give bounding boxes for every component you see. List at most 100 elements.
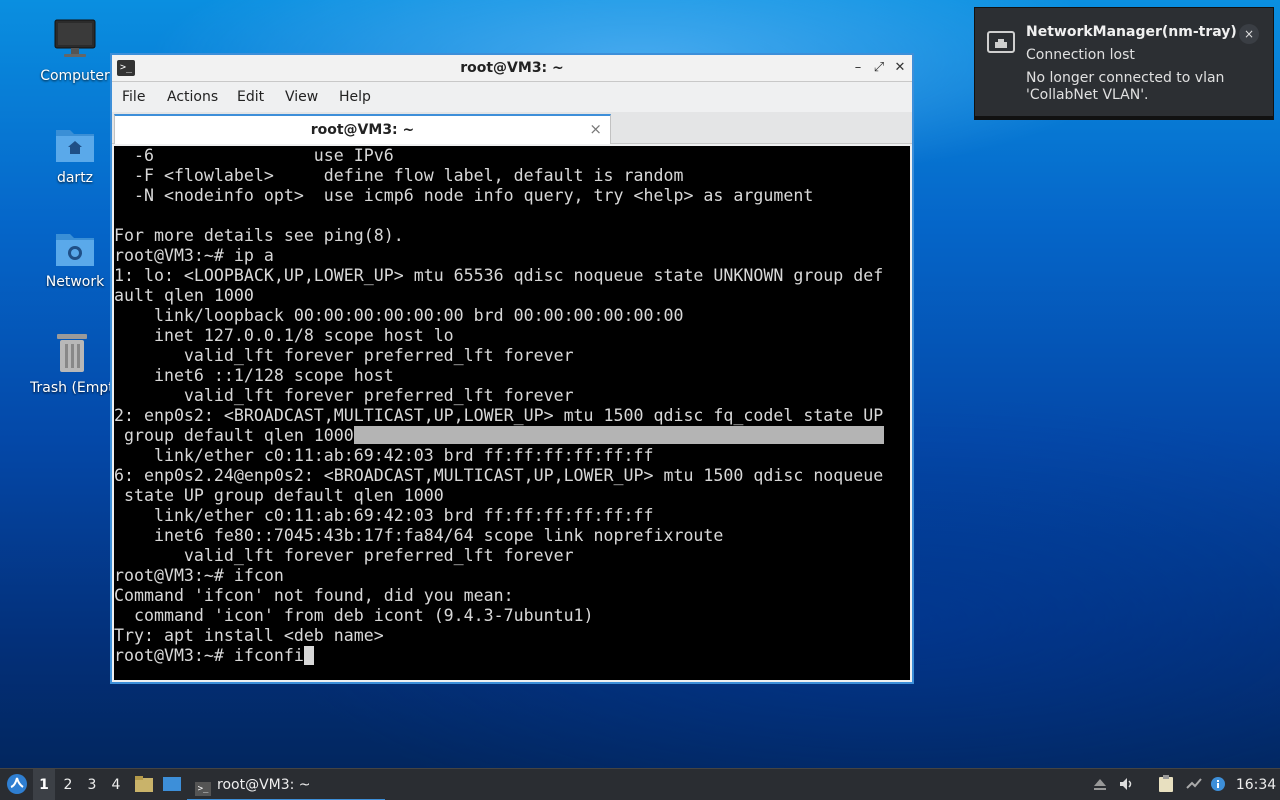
workspace-1[interactable]: 1 <box>33 769 55 800</box>
terminal-line-text: 1: lo: <LOOPBACK,UP,LOWER_UP> mtu 65536 … <box>114 266 884 285</box>
terminal-line: root@VM3:~# ifconfi <box>114 646 884 666</box>
terminal-line: -F <flowlabel> define flow label, defaul… <box>114 166 884 186</box>
desktop-icon-home-folder[interactable]: dartz <box>30 124 120 186</box>
clock[interactable]: 16:34 <box>1232 769 1280 800</box>
terminal-line-text: root@VM3:~# ifcon <box>114 566 284 585</box>
menu-view[interactable]: View <box>285 89 318 105</box>
desktop-icon <box>163 777 181 791</box>
minimize-button[interactable]: – <box>849 58 867 78</box>
tab-label: root@VM3: ~ <box>310 122 415 138</box>
terminal-line-text: state UP group default qlen 1000 <box>114 486 444 505</box>
terminal-line-text: valid_lft forever preferred_lft forever <box>114 386 574 405</box>
terminal-line: command 'icon' from deb icont (9.4.3-7ub… <box>114 606 884 626</box>
terminal-icon: >_ <box>195 782 211 796</box>
notification-popup[interactable]: NetworkManager(nm-tray) Connection lost … <box>974 7 1274 120</box>
workspace-3[interactable]: 3 <box>81 769 103 800</box>
workspace-4[interactable]: 4 <box>105 769 127 800</box>
desktop-icon-computer[interactable]: Computer <box>30 18 120 84</box>
terminal-line-text: valid_lft forever preferred_lft forever <box>114 346 574 365</box>
desktop-icon-label: dartz <box>56 170 94 186</box>
terminal-line-text: Command 'ifcon' not found, did you mean: <box>114 586 514 605</box>
terminal-line: inet 127.0.0.1/8 scope host lo <box>114 326 884 346</box>
terminal-line-text: command 'icon' from deb icont (9.4.3-7ub… <box>114 606 594 625</box>
tray-eject-button[interactable] <box>1090 769 1110 800</box>
terminal-line: link/ether c0:11:ab:69:42:03 brd ff:ff:f… <box>114 446 884 466</box>
terminal-line: link/loopback 00:00:00:00:00:00 brd 00:0… <box>114 306 884 326</box>
lubuntu-logo-icon <box>7 774 27 794</box>
terminal-cursor <box>303 646 314 665</box>
notification-body: No longer connected to vlan 'CollabNet V… <box>1026 70 1225 103</box>
desktop-icon-trash[interactable]: Trash (Empty) <box>30 330 114 396</box>
file-manager-icon <box>135 776 153 792</box>
terminal-line: link/ether c0:11:ab:69:42:03 brd ff:ff:f… <box>114 506 884 526</box>
tray-volume-button[interactable] <box>1117 769 1137 800</box>
network-wired-icon <box>987 31 1015 53</box>
eject-icon <box>1094 779 1106 790</box>
tray-clipboard-button[interactable] <box>1155 769 1177 800</box>
tray-network-button[interactable] <box>1183 769 1205 800</box>
start-menu-button[interactable] <box>4 769 30 800</box>
network-folder-icon <box>56 234 94 266</box>
terminal-line-text: inet6 ::1/128 scope host <box>114 366 394 385</box>
terminal-line-text: 2: enp0s2: <BROADCAST,MULTICAST,UP,LOWER… <box>114 406 884 425</box>
maximize-button[interactable]: ⤢ <box>870 58 888 78</box>
terminal-line-text: For more details see ping(8). <box>114 226 404 245</box>
terminal-line-text: valid_lft forever preferred_lft forever <box>114 546 574 565</box>
desktop-icon-label: Computer <box>40 68 110 84</box>
terminal-line: For more details see ping(8). <box>114 226 884 246</box>
terminal-line-text: -F <flowlabel> define flow label, defaul… <box>114 166 684 185</box>
info-badge-icon <box>1211 777 1225 791</box>
terminal-line-text: inet6 fe80::7045:43b:17f:fa84/64 scope l… <box>114 526 724 545</box>
network-tray-icon <box>1186 778 1202 789</box>
terminal-line-text: inet 127.0.0.1/8 scope host lo <box>114 326 454 345</box>
terminal-line-text: ault qlen 1000 <box>114 286 254 305</box>
terminal-line: valid_lft forever preferred_lft forever <box>114 546 884 566</box>
computer-icon <box>54 19 96 57</box>
show-desktop-button[interactable] <box>160 769 184 800</box>
desktop-icon-label: Trash (Empty) <box>30 380 114 396</box>
tray-updates-button[interactable] <box>1208 769 1228 800</box>
terminal-line-text: link/ether c0:11:ab:69:42:03 brd ff:ff:f… <box>114 446 654 465</box>
terminal-line-text: link/ether c0:11:ab:69:42:03 brd ff:ff:f… <box>114 506 654 525</box>
terminal-line-text: root@VM3:~# ip a <box>114 246 274 265</box>
terminal-line: 6: enp0s2.24@enp0s2: <BROADCAST,MULTICAS… <box>114 466 884 486</box>
terminal-window[interactable]: >_ root@VM3: ~ – ⤢ ✕ File Actions Edit V… <box>110 53 914 684</box>
terminal-line: root@VM3:~# ifcon <box>114 566 884 586</box>
terminal-line: Try: apt install <deb name> <box>114 626 884 646</box>
tab-root-vm3[interactable]: root@VM3: ~ × <box>114 114 611 144</box>
terminal-line-text: link/loopback 00:00:00:00:00:00 brd 00:0… <box>114 306 684 325</box>
terminal-line: valid_lft forever preferred_lft forever <box>114 346 884 366</box>
file-manager-launcher[interactable] <box>133 769 155 800</box>
terminal-line: 2: enp0s2: <BROADCAST,MULTICAST,UP,LOWER… <box>114 406 884 426</box>
notification-close-button[interactable]: × <box>1239 24 1259 44</box>
menu-edit[interactable]: Edit <box>237 89 264 105</box>
taskbar-task-label: root@VM3: ~ <box>217 777 311 793</box>
terminal-line: -6 use IPv6 <box>114 146 884 166</box>
terminal-output[interactable]: -6 use IPv6 -F <flowlabel> define flow l… <box>114 146 910 680</box>
tab-close-icon[interactable]: × <box>589 120 602 138</box>
terminal-line: valid_lft forever preferred_lft forever <box>114 386 884 406</box>
menu-actions[interactable]: Actions <box>167 89 218 105</box>
terminal-line: Command 'ifcon' not found, did you mean: <box>114 586 884 606</box>
terminal-line-text: 6: enp0s2.24@enp0s2: <BROADCAST,MULTICAS… <box>114 466 884 485</box>
terminal-line: inet6 fe80::7045:43b:17f:fa84/64 scope l… <box>114 526 884 546</box>
menu-help[interactable]: Help <box>339 89 371 105</box>
workspace-2[interactable]: 2 <box>57 769 79 800</box>
home-folder-icon <box>56 130 94 162</box>
window-titlebar[interactable]: >_ root@VM3: ~ – ⤢ ✕ <box>112 55 912 82</box>
desktop-icon-network[interactable]: Network <box>30 228 120 290</box>
terminal-line: group default qlen 1000 <box>114 426 884 446</box>
notification-app: NetworkManager(nm-tray) <box>1026 24 1237 40</box>
terminal-line: root@VM3:~# ip a <box>114 246 884 266</box>
terminal-line-text: -N <nodeinfo opt> use icmp6 node info qu… <box>114 186 814 205</box>
close-button[interactable]: ✕ <box>891 58 909 78</box>
terminal-line: 1: lo: <LOOPBACK,UP,LOWER_UP> mtu 65536 … <box>114 266 884 286</box>
terminal-line-text: -6 use IPv6 <box>114 146 394 165</box>
clipboard-icon <box>1159 775 1173 792</box>
terminal-lines: -6 use IPv6 -F <flowlabel> define flow l… <box>114 146 884 666</box>
taskbar-terminal-button[interactable]: >_ root@VM3: ~ <box>187 769 385 800</box>
menubar: File Actions Edit View Help <box>112 84 912 112</box>
tab-bar: root@VM3: ~ × <box>112 112 912 144</box>
terminal-line: state UP group default qlen 1000 <box>114 486 884 506</box>
menu-file[interactable]: File <box>122 89 145 105</box>
